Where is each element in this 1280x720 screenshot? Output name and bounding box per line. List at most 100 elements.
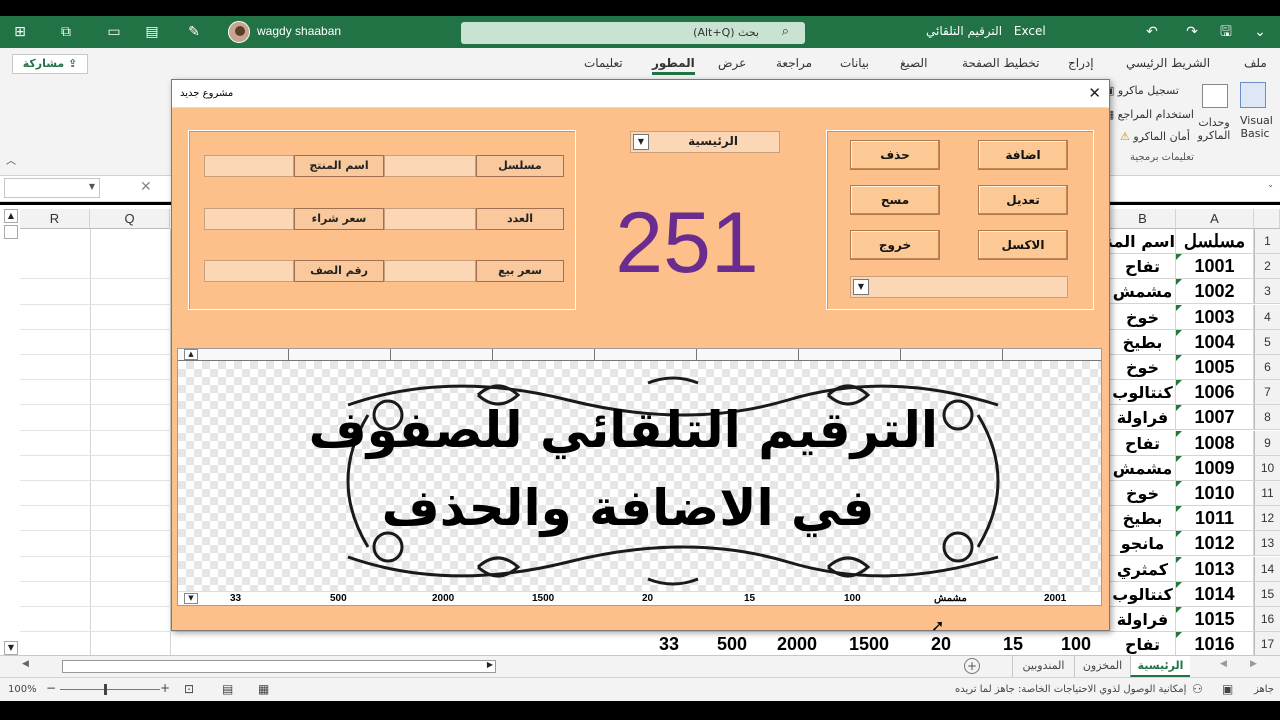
scroll-down-icon[interactable]: ▼ [184, 593, 198, 604]
column-header-b[interactable]: B [1110, 209, 1176, 229]
record-macro-button[interactable]: تسجيل ماكرو ▣ [1104, 84, 1179, 97]
zoom-in-icon[interactable]: + [160, 681, 170, 695]
row-header[interactable]: 1 [1254, 229, 1280, 254]
visual-basic-icon[interactable] [1240, 82, 1266, 108]
scroll-up-icon[interactable]: ▲ [4, 209, 18, 223]
tab-view[interactable]: عرض [718, 56, 746, 70]
tab-file[interactable]: ملف [1244, 56, 1267, 70]
row-header[interactable]: 17 [1254, 632, 1280, 655]
row-header[interactable]: 3 [1254, 279, 1280, 305]
column-header-r[interactable]: R [20, 209, 90, 229]
cell-serial[interactable]: 1003 [1176, 304, 1254, 330]
listbox-row[interactable]: ▼ 2001 مشمش 100 15 20 1500 2000 500 33 [178, 591, 1101, 605]
cell-product[interactable]: فراولة [1110, 405, 1176, 431]
scroll-right-icon[interactable]: ▶ [487, 660, 493, 669]
cell-product[interactable]: بطيخ [1110, 506, 1176, 532]
cell-serial[interactable]: 1004 [1176, 329, 1254, 355]
select-all-corner[interactable] [1254, 209, 1280, 229]
cell-product[interactable]: تفاح [1110, 254, 1176, 280]
prev-sheet-icon[interactable]: ◀ [1220, 659, 1227, 669]
row-header[interactable]: 6 [1254, 355, 1280, 380]
autosave-icon[interactable]: ⧉ [56, 22, 76, 42]
cell-product[interactable]: خوخ [1110, 304, 1176, 330]
tab-help[interactable]: تعليمات [584, 56, 623, 70]
chevron-down-icon[interactable]: ▼ [633, 134, 649, 150]
collapse-ribbon-icon[interactable]: ︿ [6, 152, 16, 167]
tab-formulas[interactable]: الصيغ [900, 56, 927, 70]
cell-product[interactable]: خوخ [1110, 355, 1176, 380]
page-break-view-icon[interactable]: ⊡ [184, 682, 194, 696]
form-icon[interactable]: ▤ [142, 22, 162, 42]
customize-icon[interactable]: ⌄ [1250, 22, 1270, 42]
cell-product[interactable]: مانجو [1110, 531, 1176, 557]
buy-price-input[interactable] [204, 208, 294, 230]
cell-serial[interactable]: 1016 [1176, 632, 1254, 655]
cancel-formula-icon[interactable]: ✕ [140, 179, 152, 195]
macros-button[interactable]: وحدات الماكرو [1194, 116, 1234, 142]
delete-button[interactable]: حذف [850, 140, 940, 170]
horizontal-scrollbar[interactable]: ▶ [62, 660, 496, 673]
expand-formula-icon[interactable]: ⌄ [1267, 180, 1274, 189]
row-header[interactable]: 8 [1254, 405, 1280, 431]
normal-view-icon[interactable]: ▦ [258, 682, 269, 696]
row-header[interactable]: 12 [1254, 506, 1280, 532]
chevron-down-icon[interactable]: ▼ [853, 279, 869, 295]
exit-button[interactable]: خروج [850, 230, 940, 260]
scroll-left-icon[interactable]: ◀ [22, 659, 29, 669]
sheet-tab-representatives[interactable]: المندوبين [1012, 656, 1074, 677]
search-combo[interactable]: ▼ [850, 276, 1068, 298]
cell-value[interactable]: 33 [636, 634, 702, 655]
cell-value[interactable]: 1500 [832, 634, 906, 655]
cell-product[interactable]: تفاح [1110, 632, 1176, 655]
cell-product[interactable]: فراولة [1110, 607, 1176, 632]
cell-product[interactable]: مشمش [1110, 455, 1176, 481]
name-box[interactable]: ▼ [4, 178, 100, 198]
chevron-down-icon[interactable]: ▼ [89, 182, 95, 191]
cell-serial[interactable]: 1002 [1176, 279, 1254, 305]
row-header[interactable]: 15 [1254, 581, 1280, 607]
scroll-down-icon[interactable]: ▼ [4, 641, 18, 655]
excel-button[interactable]: الاكسل [978, 230, 1068, 260]
dialog-title-bar[interactable]: مشروع جديد ✕ [172, 80, 1109, 108]
cell-value[interactable]: 500 [702, 634, 762, 655]
next-sheet-icon[interactable]: ▶ [1250, 659, 1257, 669]
row-header[interactable]: 4 [1254, 304, 1280, 330]
cell-value[interactable]: 100 [1046, 634, 1106, 655]
save-icon[interactable]: ⊞ [10, 22, 30, 42]
sell-price-input[interactable] [384, 260, 476, 282]
cell-value[interactable]: 20 [906, 634, 976, 655]
cell-serial[interactable]: 1013 [1176, 556, 1254, 582]
cell-serial[interactable]: 1008 [1176, 430, 1254, 456]
add-sheet-button[interactable]: + [964, 658, 980, 674]
cell-product[interactable]: مشمش [1110, 279, 1176, 305]
row-header[interactable]: 7 [1254, 380, 1280, 406]
cell-serial[interactable]: 1009 [1176, 455, 1254, 481]
cell-product[interactable]: كنتالوب [1110, 581, 1176, 607]
tab-developer[interactable]: المطور [652, 56, 695, 75]
user-avatar[interactable] [228, 21, 250, 43]
cell-value[interactable]: 2000 [762, 634, 832, 655]
vertical-scrollbar[interactable]: ▲ ▼ [4, 209, 18, 655]
cell-product[interactable]: كنتالوب [1110, 380, 1176, 406]
row-header[interactable]: 11 [1254, 481, 1280, 506]
product-name-input[interactable] [204, 155, 294, 177]
sheet-selector-combo[interactable]: ▼ الرئيسية [630, 131, 780, 153]
cell-serial[interactable]: 1014 [1176, 581, 1254, 607]
records-listbox[interactable]: ▲ الترقيم التلقائي للصفوف في الاضافة وال… [177, 348, 1102, 606]
sheet-tab-main[interactable]: الرئيسية [1130, 656, 1190, 677]
sheet-tab-inventory[interactable]: المخزون [1074, 656, 1130, 677]
cell-a1[interactable]: مسلسل [1176, 229, 1254, 254]
zoom-slider-thumb[interactable] [104, 684, 107, 695]
cell-serial[interactable]: 1007 [1176, 405, 1254, 431]
cell-product[interactable]: كمثري [1110, 556, 1176, 582]
tab-page-layout[interactable]: تخطيط الصفحة [962, 56, 1039, 70]
row-header[interactable]: 13 [1254, 531, 1280, 557]
redo-icon[interactable]: ↷ [1182, 22, 1202, 42]
zoom-out-icon[interactable]: − [46, 681, 56, 695]
cell-serial[interactable]: 1005 [1176, 355, 1254, 380]
accessibility-icon[interactable]: ⚇ [1192, 682, 1203, 696]
column-header-q[interactable]: Q [90, 209, 170, 229]
cell-product[interactable]: خوخ [1110, 481, 1176, 506]
scroll-up-icon[interactable]: ▲ [184, 349, 198, 360]
tab-home[interactable]: الشريط الرئيسي [1126, 56, 1210, 70]
